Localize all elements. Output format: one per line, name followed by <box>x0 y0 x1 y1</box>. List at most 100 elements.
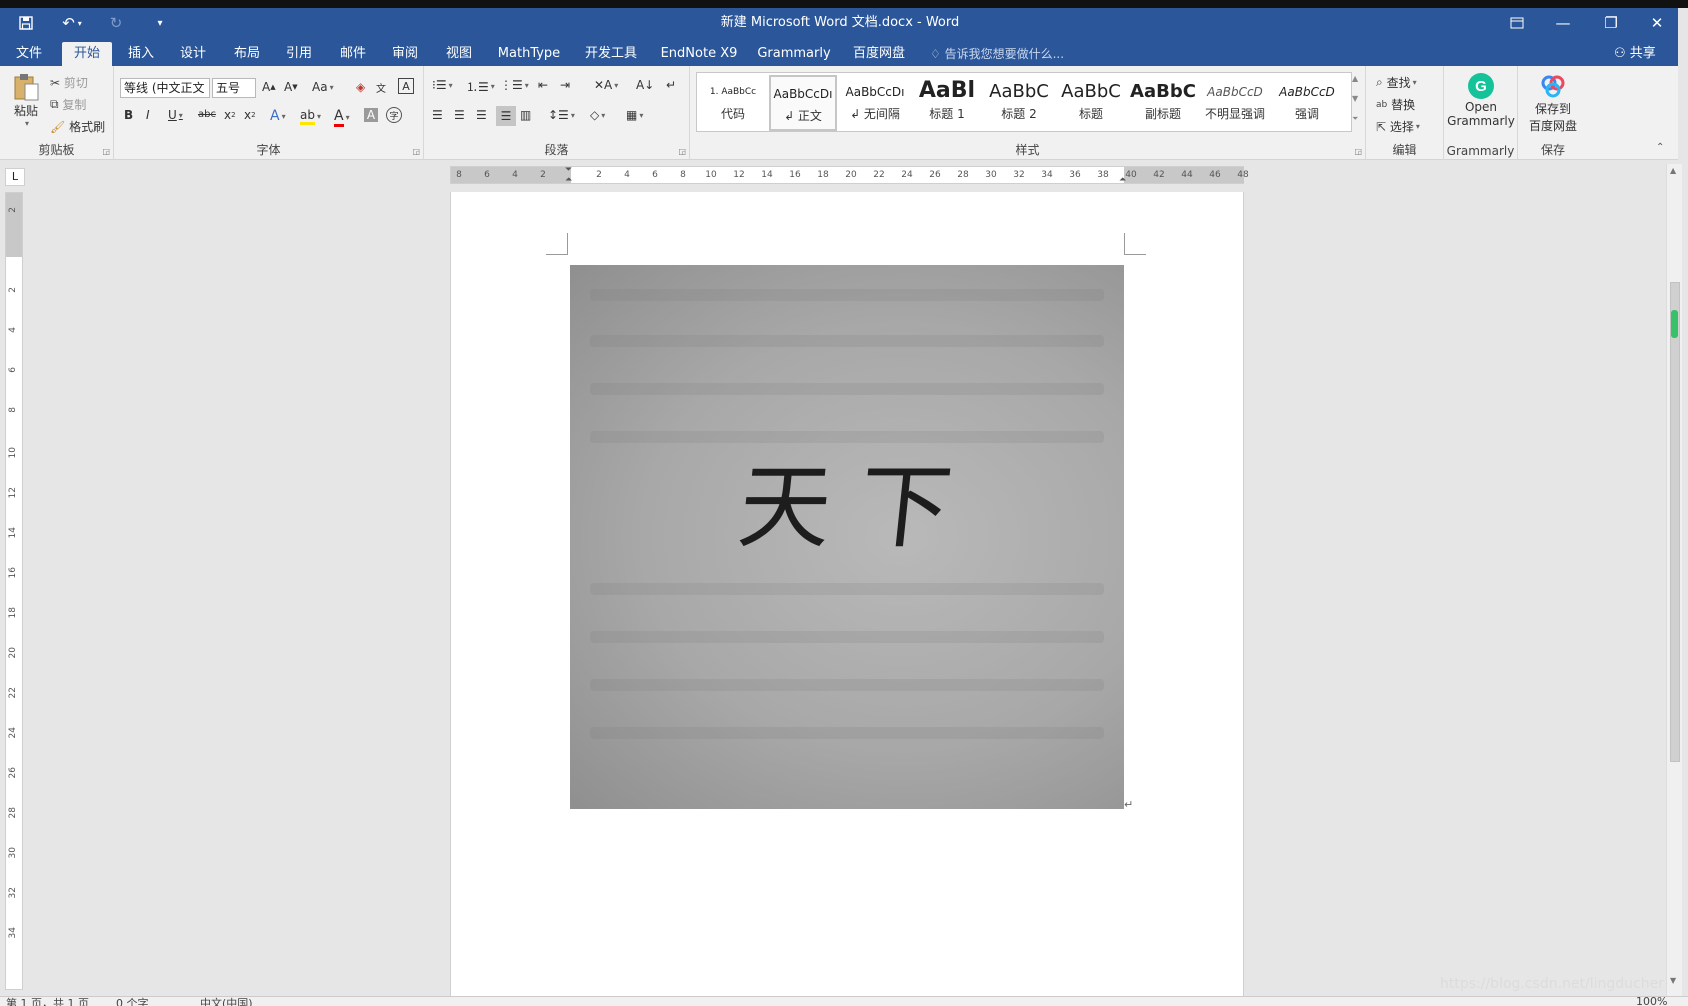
style-code[interactable]: 1. AaBbCc 代码 <box>699 75 767 131</box>
zoom-level[interactable]: 100% <box>1636 997 1667 1006</box>
chinese-layout-icon[interactable]: ✕A ▾ <box>594 78 618 92</box>
justify-icon[interactable]: ☰ <box>496 106 516 126</box>
replace-button[interactable]: ab 替换 <box>1376 96 1415 113</box>
style-heading-1[interactable]: AaBl 标题 1 <box>913 75 981 131</box>
numbering-icon[interactable]: ⒈☰ ▾ <box>466 78 495 95</box>
tab-grammarly[interactable]: Grammarly <box>756 42 832 66</box>
vertical-ruler[interactable]: 2 2 4 6 8 10 12 14 16 18 20 22 24 26 28 30 32 34 <box>5 192 23 990</box>
subscript-icon[interactable]: x2 <box>224 108 236 122</box>
select-button[interactable]: ⇱ 选择 ▾ <box>1376 118 1420 135</box>
customize-qat-icon[interactable]: ▾ <box>150 8 170 38</box>
tab-layout[interactable]: 布局 <box>222 42 272 66</box>
font-name-combo[interactable]: 等线 (中文正文 <box>120 78 210 98</box>
style-subtle-emphasis[interactable]: AaBbCcD 不明显强调 <box>1201 75 1269 131</box>
indent-marker-icon[interactable]: ⏷ <box>565 165 572 175</box>
hanging-indent-icon[interactable]: ⏶ <box>565 175 572 185</box>
strikethrough-icon[interactable]: abc <box>198 109 216 120</box>
shrink-font-icon[interactable]: A ▼ <box>284 80 298 94</box>
font-size-combo[interactable]: 五号 <box>212 78 256 98</box>
decrease-indent-icon[interactable]: ⇤ <box>538 78 548 92</box>
font-dialog-launcher-icon[interactable]: ◲ <box>412 147 420 156</box>
shading-icon[interactable]: ◇ ▾ <box>590 108 605 122</box>
grow-font-icon[interactable]: A ▲ <box>262 80 276 94</box>
align-left-icon[interactable]: ☰ <box>432 108 443 122</box>
bold-icon[interactable]: B <box>124 108 133 122</box>
tell-me-search[interactable]: ♢ 告诉我您想要做什么... <box>930 42 1064 66</box>
style-subtitle[interactable]: AaBbC 副标题 <box>1129 75 1197 131</box>
find-button[interactable]: ⌕ 查找 ▾ <box>1376 74 1417 91</box>
grammarly-indicator[interactable] <box>1671 310 1678 338</box>
scroll-up-icon[interactable]: ▲ <box>1670 166 1676 175</box>
style-normal[interactable]: AaBbCcDı ↲ 正文 <box>769 75 837 131</box>
tab-home[interactable]: 开始 <box>62 42 112 66</box>
scroll-down-icon[interactable]: ▼ <box>1670 976 1676 985</box>
share-button[interactable]: ⚇ 共享 <box>1614 42 1656 66</box>
format-painter-button[interactable]: 🖌 格式刷 <box>50 118 105 135</box>
highlight-icon[interactable]: ab ▾ <box>300 108 321 125</box>
save-icon[interactable] <box>14 8 38 38</box>
show-marks-icon[interactable]: ↵ <box>666 78 676 92</box>
tab-view[interactable]: 视图 <box>434 42 484 66</box>
paste-button[interactable]: 粘贴 ▾ <box>8 72 44 128</box>
gallery-more-icon[interactable]: ⏷ <box>1352 114 1358 124</box>
tab-file[interactable]: 文件 <box>4 42 54 66</box>
bullets-icon[interactable]: ⁝☰ ▾ <box>432 78 453 92</box>
italic-icon[interactable]: I <box>146 108 150 122</box>
enclose-char-icon[interactable]: 字 <box>386 107 402 123</box>
restore-icon[interactable]: ❐ <box>1588 8 1634 38</box>
char-border-icon[interactable]: A <box>398 78 414 94</box>
sort-icon[interactable]: A↓ <box>636 78 654 92</box>
style-heading-2[interactable]: AaBbC 标题 2 <box>985 75 1053 131</box>
minimize-icon[interactable]: — <box>1540 8 1586 38</box>
tab-endnote[interactable]: EndNote X9 <box>656 42 742 66</box>
dialog-launcher-icon[interactable]: ◲ <box>102 147 110 156</box>
styles-dialog-launcher-icon[interactable]: ◲ <box>1354 147 1362 156</box>
gallery-down-icon[interactable]: ▼ <box>1352 94 1358 103</box>
clear-format-icon[interactable]: ◈ <box>356 80 365 94</box>
change-case-button[interactable]: Aa ▾ <box>312 80 334 94</box>
style-emphasis[interactable]: AaBbCcD 强调 <box>1273 75 1341 131</box>
tab-baidu[interactable]: 百度网盘 <box>846 42 912 66</box>
phonetic-guide-icon[interactable]: 文 <box>376 80 386 95</box>
align-center-icon[interactable]: ☰ <box>454 108 465 122</box>
open-grammarly-button[interactable]: G Open Grammarly <box>1447 72 1515 128</box>
save-to-baidu-button[interactable]: 保存到 百度网盘 <box>1522 72 1584 134</box>
copy-button[interactable]: ⧉ 复制 <box>50 96 86 113</box>
language[interactable]: 中文(中国) <box>200 997 253 1006</box>
paragraph-dialog-launcher-icon[interactable]: ◲ <box>678 147 686 156</box>
redo-icon[interactable]: ↻ <box>104 8 128 38</box>
ribbon-display-icon[interactable] <box>1494 8 1540 38</box>
close-icon[interactable]: ✕ <box>1634 8 1680 38</box>
increase-indent-icon[interactable]: ⇥ <box>560 78 570 92</box>
style-no-spacing[interactable]: AaBbCcDı ↲ 无间隔 <box>841 75 909 131</box>
gallery-up-icon[interactable]: ▲ <box>1352 74 1358 83</box>
underline-icon[interactable]: U ▾ <box>168 108 183 122</box>
font-color-icon[interactable]: A ▾ <box>334 108 350 127</box>
tab-design[interactable]: 设计 <box>168 42 218 66</box>
distribute-icon[interactable]: ▥ <box>520 108 531 122</box>
page-count[interactable]: 第 1 页，共 1 页 <box>6 997 89 1006</box>
right-indent-icon[interactable]: ⏶ <box>1119 175 1126 185</box>
scrollbar-thumb[interactable] <box>1670 282 1680 762</box>
tab-references[interactable]: 引用 <box>274 42 324 66</box>
horizontal-ruler[interactable]: 8 6 4 2 2 4 6 8 10 12 14 16 18 20 22 24 26 28 30 32 34 36 38 40… <box>450 165 1249 185</box>
tab-insert[interactable]: 插入 <box>116 42 166 66</box>
vertical-scrollbar[interactable]: ▲ ▼ <box>1666 164 1682 996</box>
tab-selector[interactable]: L <box>5 168 25 186</box>
superscript-icon[interactable]: x2 <box>244 108 256 122</box>
borders-icon[interactable]: ▦ ▾ <box>626 108 643 122</box>
undo-icon[interactable]: ↶ ▾ <box>56 8 88 38</box>
tab-mailings[interactable]: 邮件 <box>328 42 378 66</box>
word-count[interactable]: 0 个字 <box>116 997 149 1006</box>
cut-button[interactable]: ✂ 剪切 <box>50 74 88 91</box>
style-title[interactable]: AaBbC 标题 <box>1057 75 1125 131</box>
char-shading-icon[interactable]: A <box>364 108 378 122</box>
tab-review[interactable]: 审阅 <box>380 42 430 66</box>
tab-mathtype[interactable]: MathType <box>492 42 566 66</box>
inserted-photo[interactable]: 天下 <box>570 265 1124 809</box>
tab-developer[interactable]: 开发工具 <box>578 42 644 66</box>
multilevel-list-icon[interactable]: ⋮☰ ▾ <box>500 78 529 92</box>
line-spacing-icon[interactable]: ↕☰ ▾ <box>548 108 575 122</box>
collapse-ribbon-icon[interactable]: ⌃ <box>1656 142 1664 153</box>
text-effects-icon[interactable]: A ▾ <box>270 108 286 124</box>
